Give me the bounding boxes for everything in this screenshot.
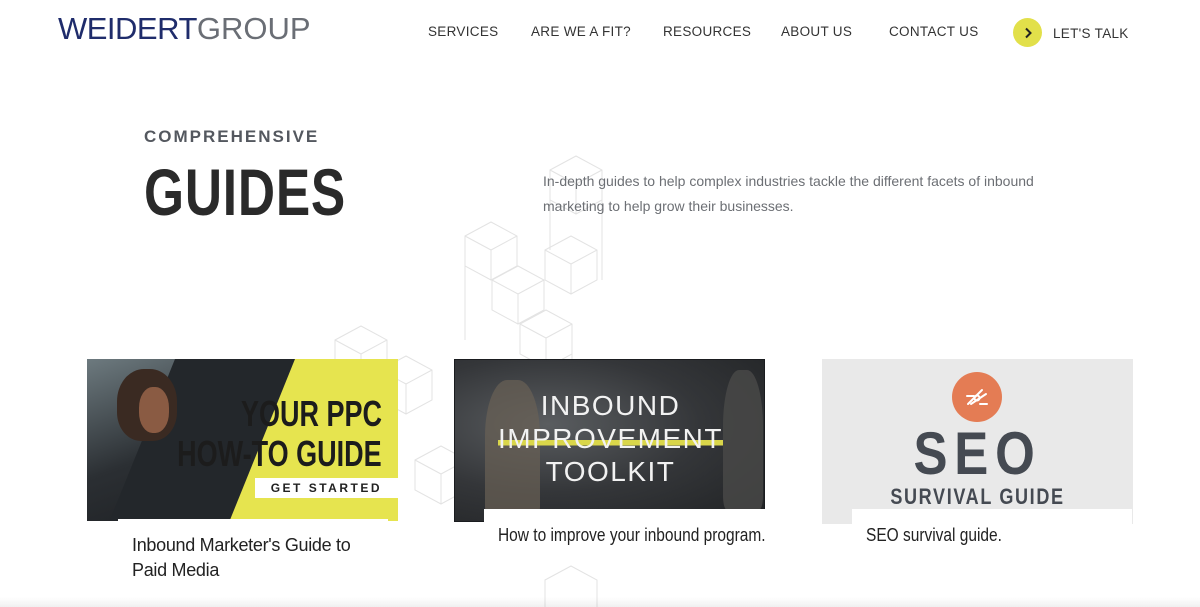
guide-card-label[interactable]: SEO survival guide. (852, 509, 1132, 548)
section-description: In-depth guides to help complex industri… (543, 173, 1034, 214)
section-eyebrow: COMPREHENSIVE (144, 127, 320, 146)
bottom-shadow (0, 597, 1200, 607)
nav-services[interactable]: SERVICES (428, 24, 498, 39)
chevron-right-icon (1024, 27, 1032, 38)
image-headline-2: IMPROVEMENT (455, 423, 764, 455)
image-headline-1: INBOUND (540, 390, 681, 421)
nav-about-us[interactable]: ABOUT US (781, 24, 852, 39)
lets-talk-label[interactable]: LET'S TALK (1053, 26, 1129, 41)
lets-talk-button[interactable] (1013, 18, 1042, 47)
get-started-tag: GET STARTED (254, 478, 398, 498)
site-header: WEIDERTGROUP SERVICES ARE WE A FIT? RESO… (0, 0, 1200, 64)
nav-resources[interactable]: RESOURCES (663, 24, 751, 39)
guide-card-label[interactable]: Inbound Marketer's Guide to Paid Media (118, 519, 388, 583)
image-headline-1: SEO (913, 420, 1042, 487)
page-title: GUIDES (144, 155, 347, 229)
guide-card-image[interactable]: SEO SURVIVAL GUIDE (822, 359, 1133, 524)
guide-card-inbound-toolkit[interactable]: INBOUND IMPROVEMENT TOOLKIT How to impro… (454, 359, 814, 548)
guide-card-label-text: SEO survival guide. (866, 525, 1002, 545)
guide-card-image[interactable]: YOUR PPC HOW-TO GUIDE GET STARTED (87, 359, 398, 521)
guide-card-image[interactable]: INBOUND IMPROVEMENT TOOLKIT (454, 359, 765, 522)
guide-card-seo[interactable]: SEO SURVIVAL GUIDE SEO survival guide. (822, 359, 1133, 548)
guide-card-label[interactable]: How to improve your inbound program. (484, 509, 814, 548)
guide-card-ppc[interactable]: YOUR PPC HOW-TO GUIDE GET STARTED Inboun… (87, 359, 398, 583)
image-headline-2: SURVIVAL GUIDE (890, 484, 1065, 509)
image-headline-1: YOUR PPC (240, 393, 382, 434)
nav-contact-us[interactable]: CONTACT US (889, 24, 979, 39)
guide-card-label-text: How to improve your inbound program. (498, 525, 766, 545)
guide-card-label-text: Inbound Marketer's Guide to Paid Media (132, 535, 351, 580)
multitool-icon (952, 372, 1002, 422)
image-headline-2: HOW-TO GUIDE (177, 433, 382, 474)
image-headline-3: TOOLKIT (545, 456, 676, 487)
face-shape (139, 387, 169, 433)
nav-are-we-a-fit[interactable]: ARE WE A FIT? (531, 24, 631, 39)
image-headline-2-text: IMPROVEMENT (498, 423, 723, 454)
